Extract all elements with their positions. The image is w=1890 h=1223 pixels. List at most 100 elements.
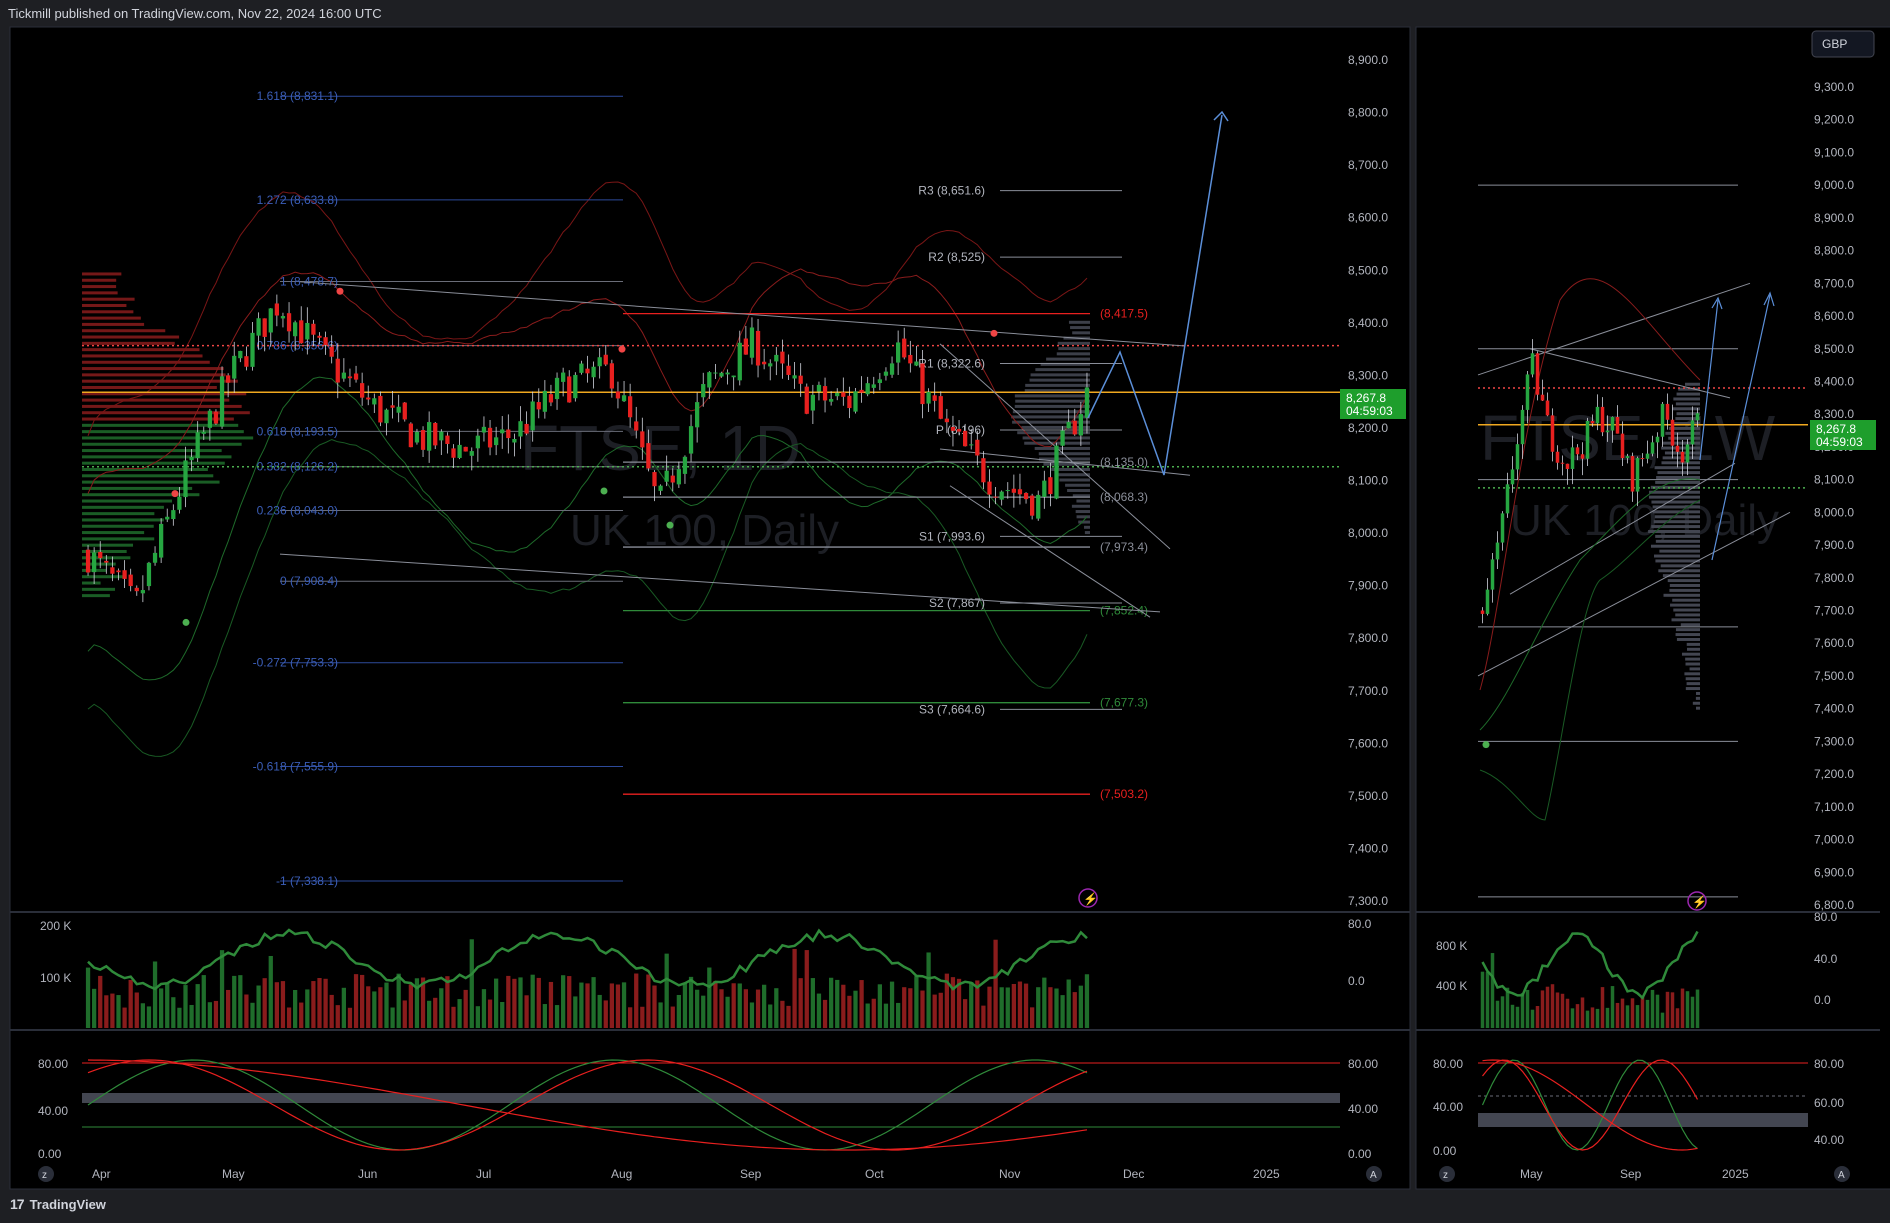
price-tick-label: 7,400.0	[1814, 702, 1854, 716]
volume-bar	[938, 992, 943, 1028]
volume-bar	[122, 1007, 127, 1028]
candle-body	[640, 431, 645, 448]
right-a-button[interactable]: A	[1834, 1166, 1850, 1182]
currency-button[interactable]: GBP	[1811, 30, 1875, 58]
profile-bar	[82, 398, 230, 402]
candle-body	[427, 422, 432, 451]
candle-body	[573, 374, 578, 399]
candle-body	[311, 323, 316, 335]
candle-body	[128, 574, 133, 587]
candle-body	[1054, 445, 1059, 499]
volume-osc-tick: 40.0	[1814, 952, 1838, 966]
volume-bar	[1600, 987, 1605, 1028]
candle-body	[116, 570, 121, 573]
profile-bar	[1655, 559, 1700, 563]
volume-bar	[299, 1002, 304, 1028]
left-a-button[interactable]: A	[1366, 1166, 1382, 1182]
candle-body	[853, 391, 858, 412]
pivot-label: R3 (8,651.6)	[918, 184, 985, 198]
left-price-badge: 8,267.8 04:59:03	[1340, 389, 1406, 419]
profile-bar	[1669, 583, 1700, 587]
left-z-button[interactable]: z	[38, 1166, 54, 1182]
volume-bar	[427, 1000, 432, 1028]
candle-body	[932, 395, 937, 401]
profile-bar	[1651, 500, 1700, 504]
profile-bar	[82, 278, 117, 282]
volume-bar	[810, 978, 815, 1028]
pivot-label: S1 (7,993.6)	[919, 529, 985, 543]
profile-bar	[82, 455, 232, 459]
candle-body	[835, 392, 840, 397]
profile-bar	[1661, 446, 1700, 450]
profile-bar	[1685, 687, 1700, 691]
svg-text:8,267.8: 8,267.8	[1816, 422, 1856, 436]
candle-body	[457, 444, 462, 458]
candle-body	[347, 376, 353, 379]
price-tick-label: 8,300.0	[1348, 368, 1388, 382]
profile-bar-right	[1075, 510, 1090, 514]
volume-bar	[682, 983, 688, 1028]
profile-bar	[82, 411, 250, 415]
price-tick-label: 8,700.0	[1814, 276, 1854, 290]
candle-body	[749, 327, 755, 358]
candle-body	[189, 456, 194, 461]
chart-canvas[interactable]: FTSE, 1D UK 100, Daily FTSE, 1W UK 100, …	[0, 0, 1890, 1223]
stoch-band	[82, 1093, 1340, 1103]
candle-body	[1590, 420, 1595, 424]
right-z-button[interactable]: z	[1439, 1166, 1455, 1182]
profile-bar	[1649, 490, 1700, 494]
volume-bar	[1490, 953, 1495, 1028]
volume-bar	[402, 1000, 407, 1028]
time-tick-label: Sep	[1620, 1167, 1642, 1181]
profile-bar	[1685, 382, 1700, 386]
brand-footer[interactable]: 17 TradingView	[10, 1196, 106, 1212]
candle-body	[810, 394, 815, 411]
svg-text:GBP: GBP	[1822, 37, 1847, 51]
volume-bar	[1650, 989, 1655, 1028]
volume-bar	[360, 974, 365, 1028]
volume-bar	[816, 993, 822, 1028]
volume-bar	[1685, 991, 1690, 1028]
volume-bar	[567, 976, 572, 1028]
profile-bar	[82, 493, 200, 497]
profile-bar	[82, 291, 118, 295]
profile-bar	[1686, 682, 1700, 686]
volume-bar	[591, 977, 596, 1028]
profile-bar	[82, 594, 110, 598]
candle-body	[1078, 414, 1083, 436]
profile-bar	[82, 354, 203, 358]
profile-bar	[82, 335, 180, 339]
volume-bar	[670, 1006, 675, 1028]
candle-body	[1005, 490, 1010, 492]
profile-bar-right	[1072, 331, 1090, 335]
price-tick-label: 8,700.0	[1348, 158, 1388, 172]
time-tick-label: 2025	[1722, 1167, 1749, 1181]
profile-bar	[82, 480, 220, 484]
candle-body	[871, 384, 876, 388]
profile-bar	[1685, 662, 1700, 666]
candle-body	[920, 363, 925, 405]
profile-bar	[82, 581, 101, 585]
volume-bar	[798, 978, 803, 1028]
candle-body	[725, 372, 730, 375]
volume-bar	[195, 984, 200, 1028]
volume-bar	[908, 988, 913, 1028]
profile-bar	[82, 449, 222, 453]
candle-body	[152, 552, 158, 563]
profile-bar-right	[1046, 357, 1090, 361]
profile-bar	[1653, 520, 1700, 524]
candle-body	[1615, 416, 1620, 434]
candle-body	[341, 372, 346, 379]
time-tick-label: Sep	[740, 1167, 762, 1181]
profile-bar	[1672, 407, 1700, 411]
candle-body	[1525, 374, 1530, 410]
candle-body	[402, 402, 407, 420]
volume-bar	[1515, 1006, 1520, 1028]
profile-bar	[1652, 510, 1700, 514]
volume-bar	[116, 995, 121, 1028]
volume-bar	[883, 1003, 889, 1028]
volume-bar	[341, 987, 346, 1028]
volume-bar	[463, 989, 468, 1028]
volume-bar	[390, 1007, 395, 1028]
volume-bar	[1550, 984, 1555, 1028]
